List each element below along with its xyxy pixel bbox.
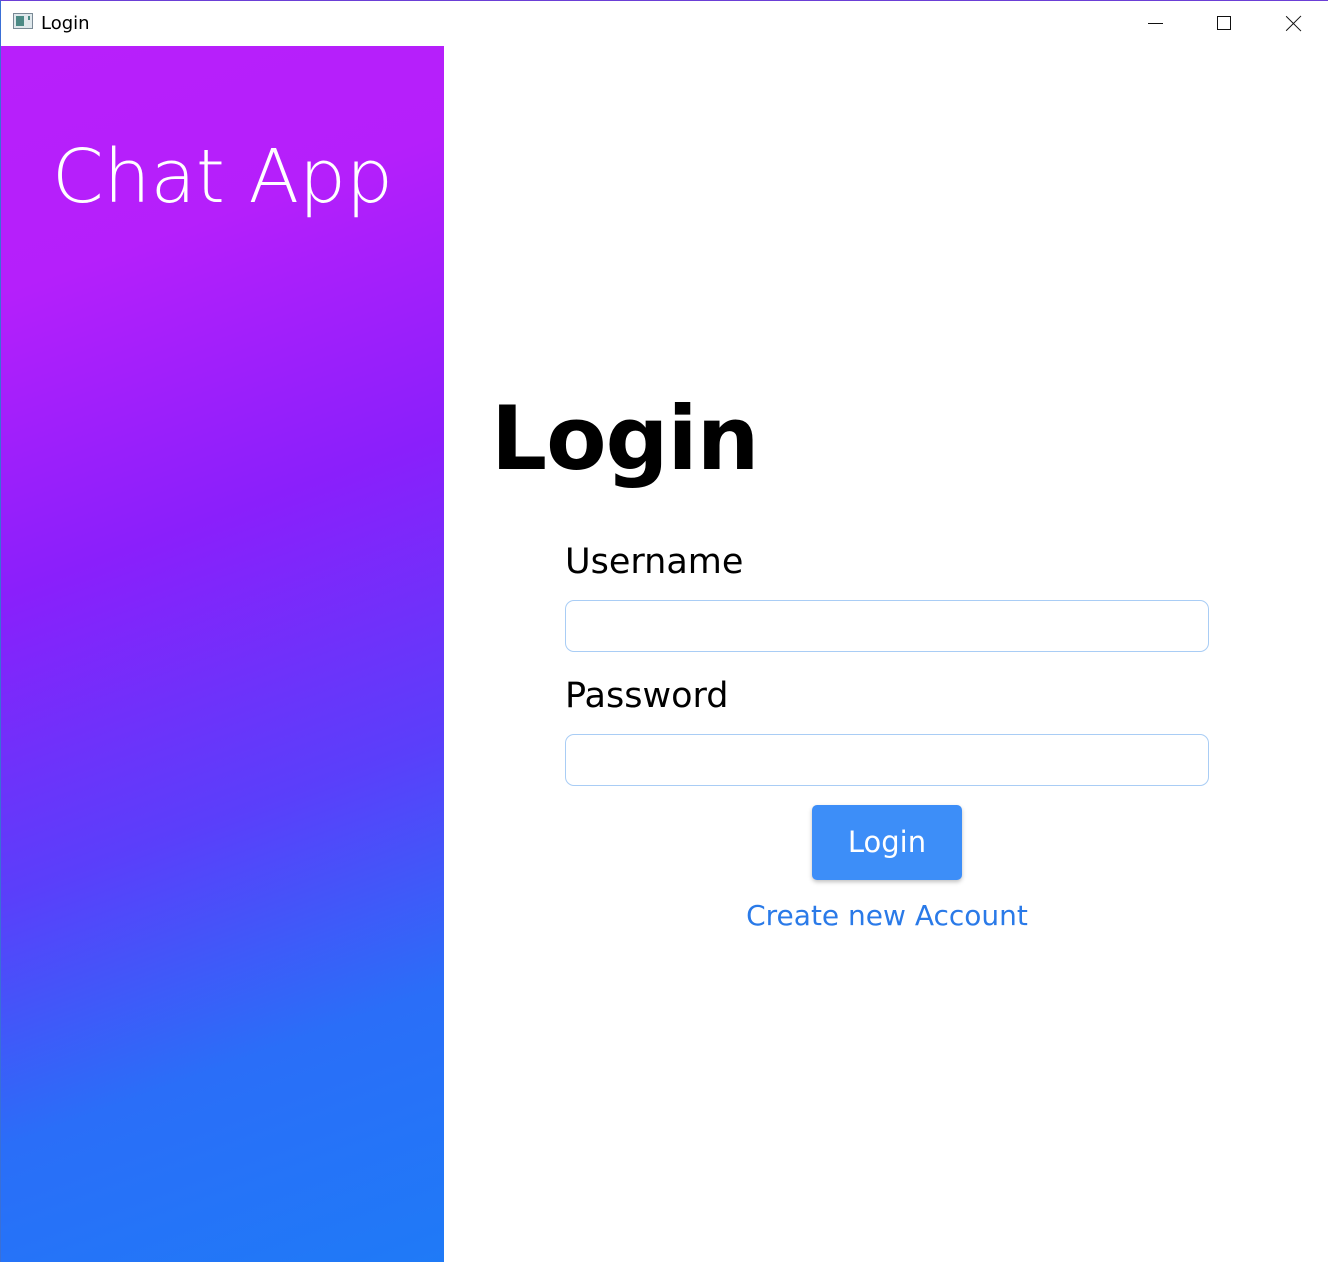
login-button[interactable]: Login [812, 805, 962, 880]
close-button[interactable] [1259, 1, 1328, 46]
title-bar[interactable]: Login [1, 1, 1328, 46]
minimize-button[interactable] [1120, 1, 1190, 46]
login-window: Login Chat App Login Username Password L… [0, 0, 1328, 1262]
maximize-icon [1217, 16, 1231, 30]
password-label: Password [565, 676, 729, 716]
app-icon [13, 13, 33, 29]
page-title: Login [491, 387, 759, 490]
maximize-button[interactable] [1189, 1, 1259, 46]
create-account-link[interactable]: Create new Account [661, 897, 1113, 935]
password-input[interactable] [565, 734, 1209, 786]
minimize-icon [1148, 23, 1163, 24]
username-label: Username [565, 542, 744, 582]
close-icon [1286, 15, 1302, 31]
window-title: Login [41, 13, 90, 34]
app-brand-title: Chat App [51, 134, 394, 220]
username-input[interactable] [565, 600, 1209, 652]
brand-panel: Chat App [1, 46, 444, 1262]
